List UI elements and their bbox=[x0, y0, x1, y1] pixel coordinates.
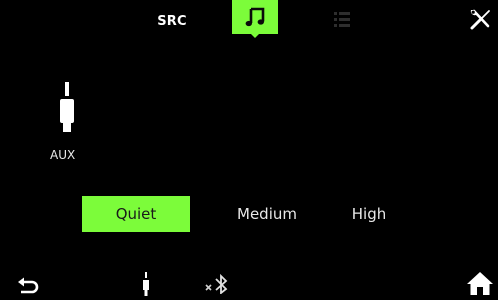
level-high-button[interactable]: High bbox=[311, 196, 427, 232]
music-note-icon bbox=[245, 7, 265, 27]
level-medium-button[interactable]: Medium bbox=[209, 196, 325, 232]
audio-source-screen: SRC AUX Quiet Medium High bbox=[0, 0, 498, 300]
tab-list[interactable] bbox=[326, 8, 358, 32]
home-icon bbox=[467, 272, 493, 295]
back-button[interactable] bbox=[16, 276, 40, 296]
bluetooth-disconnected-icon bbox=[205, 273, 228, 295]
tools-button[interactable] bbox=[468, 6, 494, 32]
home-button[interactable] bbox=[466, 270, 494, 296]
source-label: AUX bbox=[50, 148, 76, 162]
active-tab-indicator bbox=[251, 34, 259, 38]
aux-plug-icon bbox=[143, 272, 149, 296]
top-bar: SRC bbox=[0, 0, 498, 40]
list-icon bbox=[334, 12, 350, 27]
src-button[interactable]: SRC bbox=[150, 8, 194, 34]
level-quiet-button[interactable]: Quiet bbox=[82, 196, 190, 232]
back-arrow-icon bbox=[18, 277, 39, 294]
aux-source-button[interactable] bbox=[141, 272, 151, 296]
tab-music[interactable] bbox=[232, 0, 278, 38]
bluetooth-button[interactable] bbox=[204, 272, 234, 295]
volume-level-selector: Quiet Medium High bbox=[82, 196, 442, 232]
aux-plug-icon bbox=[60, 82, 74, 132]
tools-icon bbox=[470, 9, 490, 30]
